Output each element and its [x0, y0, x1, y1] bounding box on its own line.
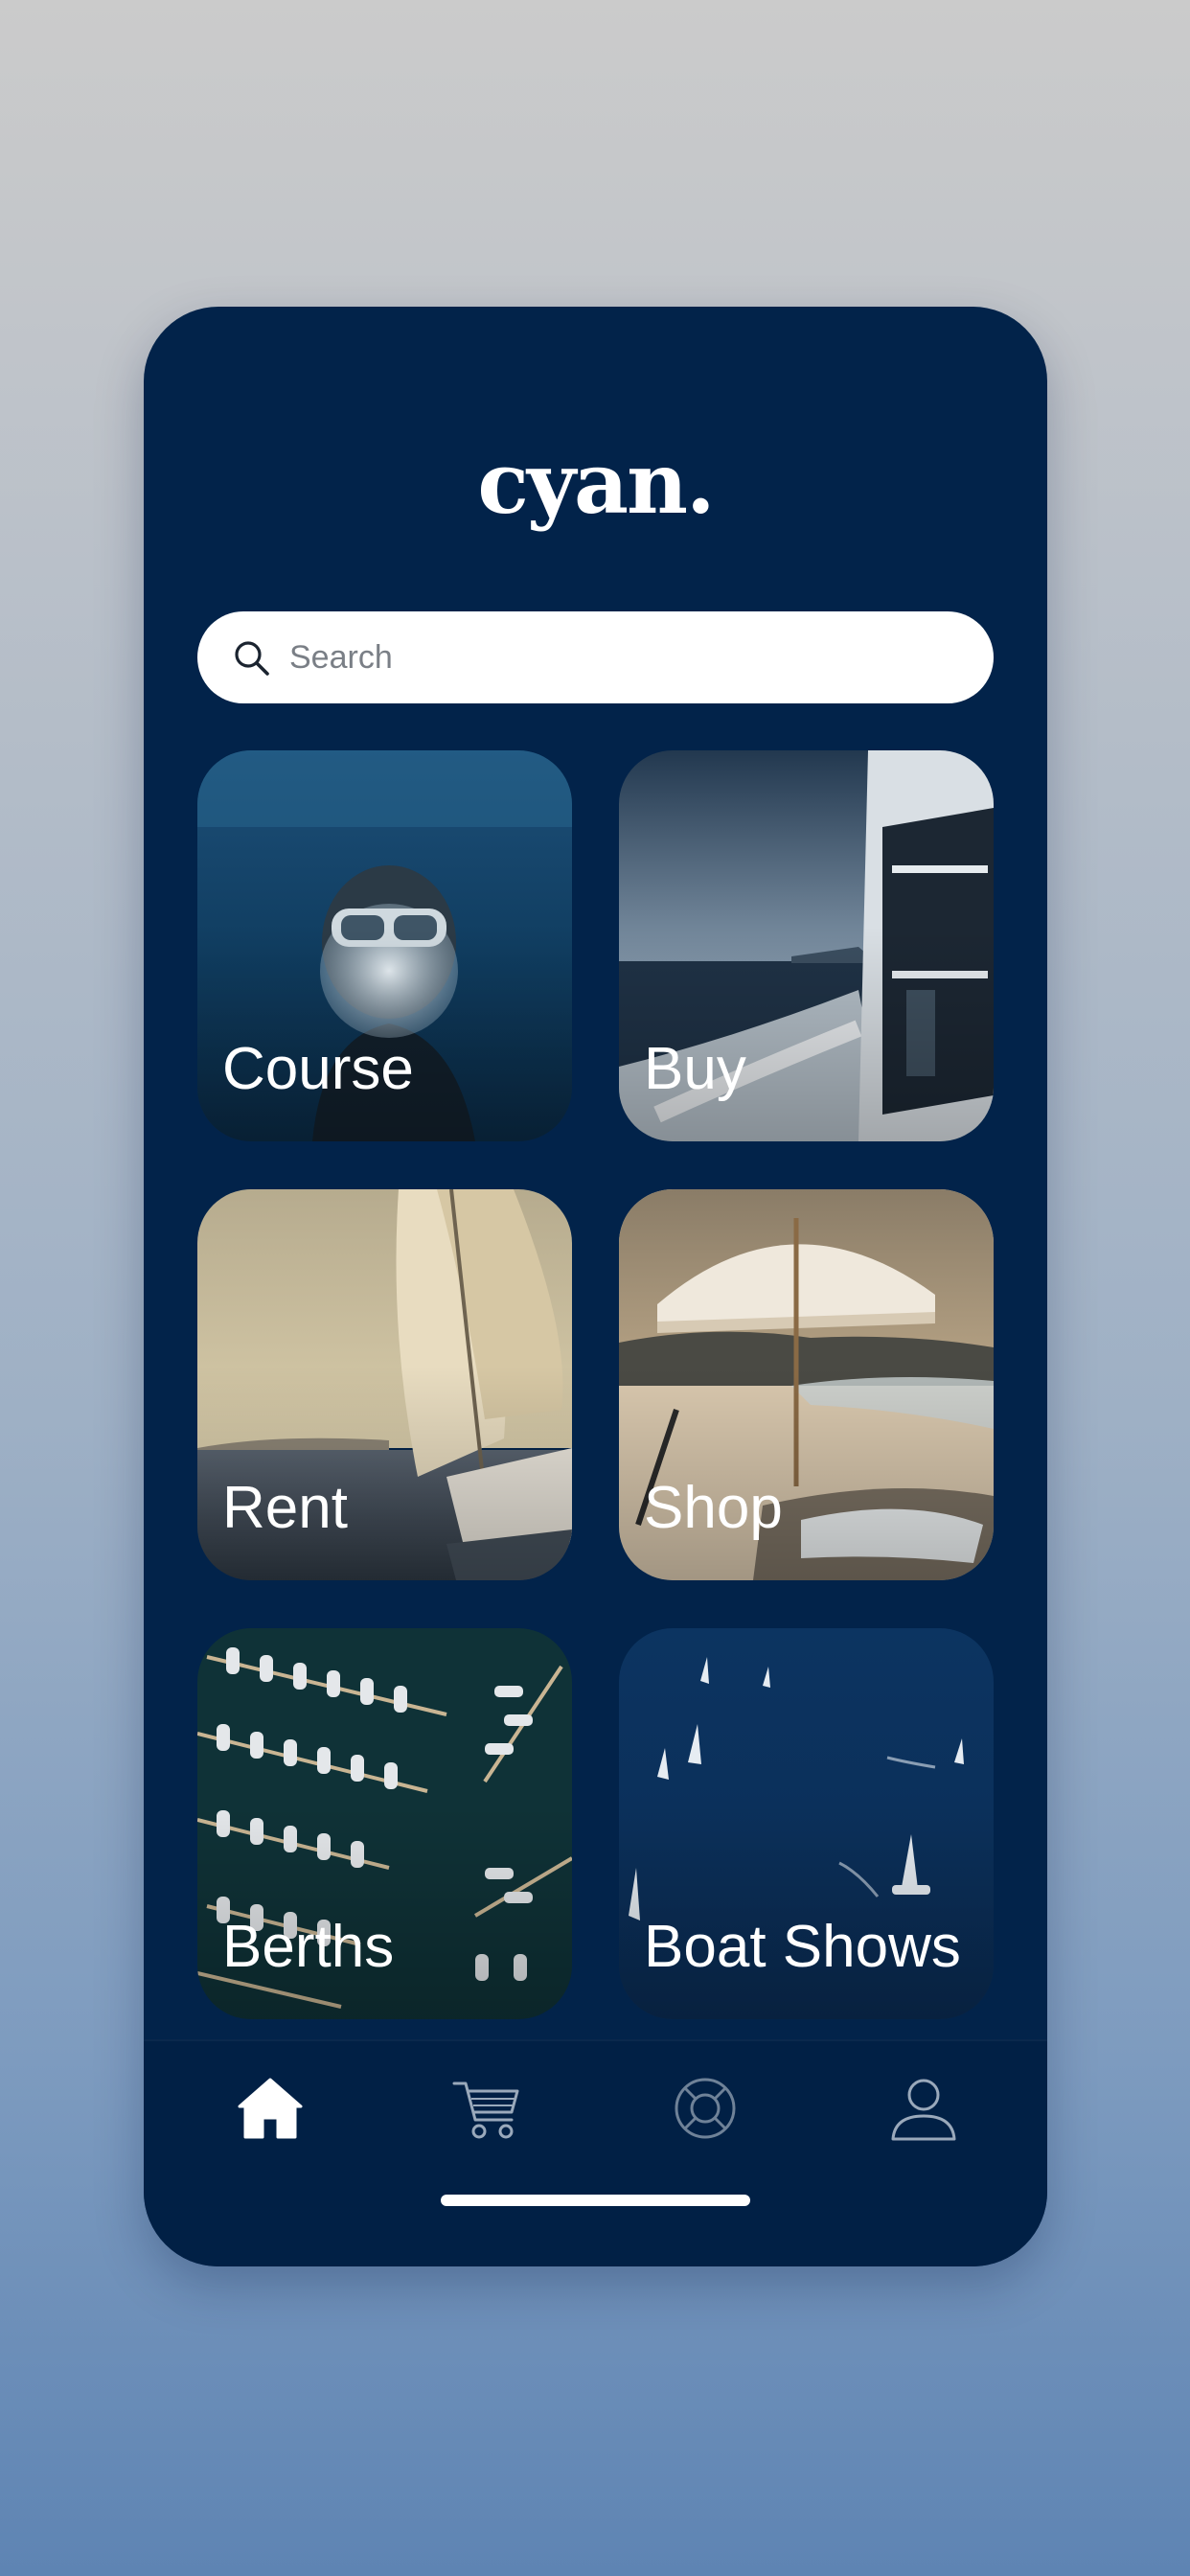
tile-label: Course — [222, 1036, 414, 1102]
tile-label: Shop — [644, 1475, 783, 1541]
tab-support[interactable] — [667, 2070, 744, 2147]
tile-buy[interactable]: Buy — [619, 750, 994, 1141]
tile-label: Boat Shows — [644, 1914, 961, 1980]
home-indicator — [441, 2195, 750, 2206]
tile-label: Buy — [644, 1036, 746, 1102]
tile-course[interactable]: Course — [197, 750, 572, 1141]
tile-shop[interactable]: Shop — [619, 1189, 994, 1580]
app-screen: cyan. Search Course Buy Rent Shop Berths… — [144, 307, 1047, 2266]
search-bar[interactable] — [197, 611, 994, 703]
tile-boat-shows[interactable]: Boat Shows — [619, 1628, 994, 2019]
tile-berths[interactable]: Berths — [197, 1628, 572, 2019]
tab-profile[interactable] — [885, 2070, 962, 2147]
cart-icon — [452, 2082, 519, 2139]
tab-home[interactable] — [232, 2070, 309, 2147]
tile-label: Rent — [222, 1475, 348, 1541]
home-icon — [238, 2078, 303, 2139]
app-logo: cyan. — [477, 433, 715, 533]
tab-cart[interactable] — [448, 2070, 525, 2147]
tile-rent[interactable]: Rent — [197, 1189, 572, 1580]
lifebuoy-icon — [675, 2078, 736, 2139]
profile-icon — [891, 2079, 956, 2141]
tile-label: Berths — [222, 1914, 395, 1980]
search-input[interactable] — [289, 611, 960, 703]
search-icon — [235, 641, 269, 676]
bottom-tab-bar — [144, 2039, 1047, 2266]
